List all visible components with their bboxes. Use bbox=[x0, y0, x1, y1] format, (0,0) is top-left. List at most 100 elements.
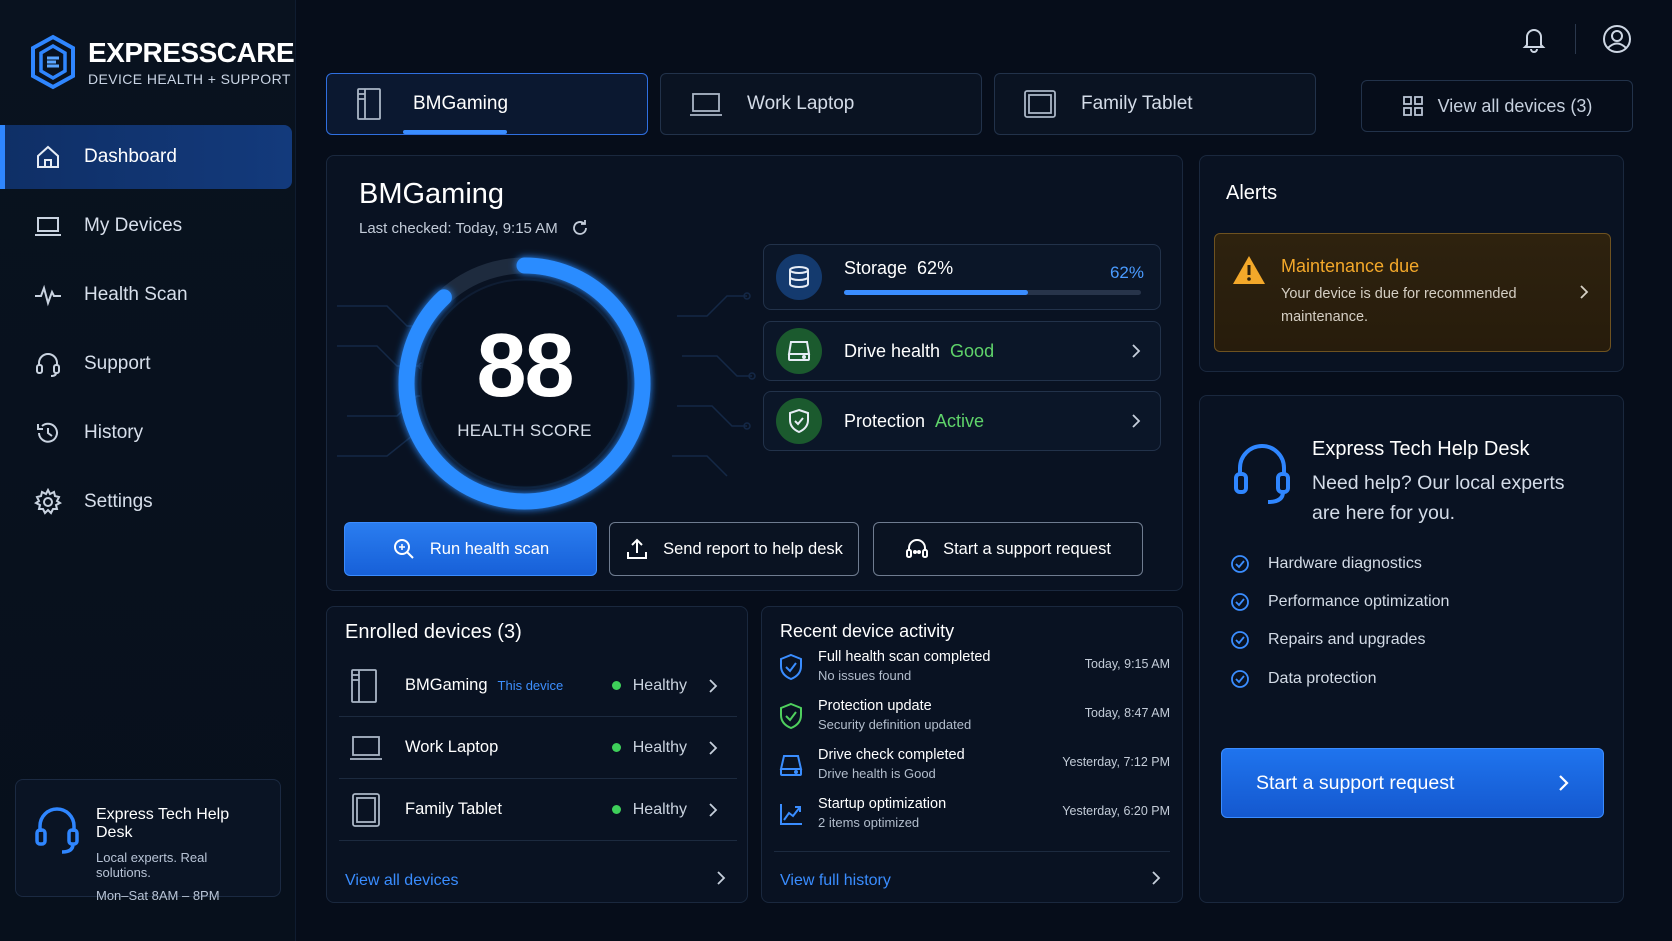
device-tabs: BMGaming Work Laptop Family Tablet bbox=[326, 73, 1328, 135]
activity-item[interactable]: Drive check completed Drive health is Goo… bbox=[778, 747, 1170, 793]
device-title: BMGaming bbox=[359, 178, 505, 210]
headset-icon bbox=[1234, 444, 1290, 504]
shield-check-icon bbox=[780, 653, 802, 681]
run-scan-label: Run health scan bbox=[429, 539, 550, 558]
nav-my-devices[interactable]: My Devices bbox=[0, 194, 292, 258]
help-desk-support-button[interactable]: Start a support request bbox=[1221, 748, 1604, 818]
activity-item[interactable]: Protection update Security definition upd… bbox=[778, 698, 1170, 744]
maintenance-alert[interactable]: Maintenance due Your device is due for r… bbox=[1214, 233, 1611, 352]
device-name: Family Tablet bbox=[405, 800, 502, 818]
pulse-icon bbox=[34, 281, 62, 309]
device-row-family-tablet[interactable]: Family Tablet Healthy bbox=[339, 779, 737, 841]
laptop-icon bbox=[34, 212, 62, 240]
last-checked: Last checked: Today, 9:15 AM bbox=[359, 218, 590, 238]
tab-family-tablet[interactable]: Family Tablet bbox=[994, 73, 1316, 135]
nav-health-scan[interactable]: Health Scan bbox=[0, 263, 292, 327]
start-support-request-button[interactable]: Start a support request bbox=[873, 522, 1143, 576]
nav-label: Dashboard bbox=[84, 146, 177, 167]
device-row-bmgaming[interactable]: BMGaming This device Healthy bbox=[339, 655, 737, 717]
check-circle-icon bbox=[1231, 593, 1249, 611]
main-content: BMGaming Work Laptop Family Tablet View … bbox=[296, 0, 1672, 941]
sidebar-help-card[interactable]: Express Tech Help Desk Local experts. Re… bbox=[15, 779, 281, 903]
nav-settings[interactable]: Settings bbox=[0, 470, 292, 534]
chevron-right-icon bbox=[1132, 414, 1141, 428]
activity-time: Today, 9:15 AM bbox=[1084, 657, 1170, 671]
activity-sub: No issues found bbox=[818, 668, 912, 683]
storage-percent: 62% bbox=[1109, 263, 1144, 282]
view-all-devices-label: View all devices (3) bbox=[1437, 95, 1593, 116]
laptop-icon bbox=[350, 735, 382, 760]
device-row-work-laptop[interactable]: Work Laptop Healthy bbox=[339, 717, 737, 779]
gear-icon bbox=[34, 488, 62, 516]
send-report-button[interactable]: Send report to help desk bbox=[609, 522, 859, 576]
help-card-title: Express Tech Help Desk bbox=[96, 806, 230, 841]
shield-icon bbox=[776, 398, 822, 444]
view-all-devices-link[interactable]: View all devices bbox=[345, 872, 459, 890]
recent-activity-panel: Recent device activity Full health scan … bbox=[761, 606, 1183, 903]
nav-dashboard[interactable]: Dashboard bbox=[0, 125, 292, 189]
alert-title: Maintenance due bbox=[1281, 256, 1420, 276]
activity-time: Yesterday, 7:12 PM bbox=[1062, 755, 1170, 769]
feature-label: Hardware diagnostics bbox=[1268, 555, 1422, 572]
chevron-right-icon[interactable] bbox=[713, 870, 729, 886]
nav-label: Support bbox=[84, 353, 151, 374]
chevron-right-icon[interactable] bbox=[1148, 870, 1164, 886]
activity-item[interactable]: Startup optimization 2 items optimized Ye… bbox=[778, 796, 1170, 842]
divider bbox=[774, 851, 1170, 852]
top-actions bbox=[1519, 24, 1632, 54]
alerts-title: Alerts bbox=[1226, 182, 1278, 204]
view-full-history-link[interactable]: View full history bbox=[780, 872, 891, 890]
nav-history[interactable]: History bbox=[0, 401, 292, 465]
run-health-scan-button[interactable]: Run health scan bbox=[344, 522, 597, 576]
divider bbox=[1575, 24, 1576, 54]
tab-label: Work Laptop bbox=[747, 93, 855, 114]
feature-item: Repairs and upgrades bbox=[1230, 630, 1425, 650]
refresh-icon[interactable] bbox=[570, 218, 590, 238]
activity-item[interactable]: Full health scan completed No issues foun… bbox=[778, 649, 1170, 695]
drive-health-stat[interactable]: Drive health Good bbox=[763, 321, 1161, 381]
health-score-value: 88 bbox=[476, 316, 574, 416]
feature-item: Hardware diagnostics bbox=[1230, 554, 1422, 574]
activity-title-text: Protection update bbox=[818, 698, 932, 714]
last-checked-text: Last checked: Today, 9:15 AM bbox=[359, 219, 558, 237]
activity-title-text: Drive check completed bbox=[818, 747, 965, 763]
view-all-devices-button[interactable]: View all devices (3) bbox=[1361, 80, 1633, 132]
check-circle-icon bbox=[1231, 555, 1249, 573]
status-badge: Healthy bbox=[612, 677, 687, 695]
activity-sub: Security definition updated bbox=[818, 717, 972, 732]
status-badge: Healthy bbox=[612, 739, 687, 757]
bell-icon[interactable] bbox=[1519, 24, 1549, 54]
tab-label: BMGaming bbox=[413, 93, 509, 114]
alerts-panel: Alerts Maintenance due Your device is du… bbox=[1199, 155, 1624, 372]
support-label: Start a support request bbox=[943, 539, 1111, 558]
tab-bmgaming[interactable]: BMGaming bbox=[326, 73, 648, 135]
chevron-right-icon bbox=[709, 802, 718, 817]
activity-sub: Drive health is Good bbox=[818, 766, 936, 781]
storage-bar bbox=[844, 290, 1141, 295]
chevron-right-icon bbox=[709, 740, 718, 755]
help-desk-cta-label: Start a support request bbox=[1256, 771, 1455, 794]
check-circle-icon bbox=[1231, 631, 1249, 649]
chevron-right-icon bbox=[1580, 285, 1589, 299]
activity-title-text: Full health scan completed bbox=[818, 649, 991, 665]
tab-work-laptop[interactable]: Work Laptop bbox=[660, 73, 982, 135]
tablet-icon bbox=[1024, 90, 1056, 118]
drive-icon bbox=[779, 755, 803, 776]
protection-stat[interactable]: Protection Active bbox=[763, 391, 1161, 451]
upload-icon bbox=[627, 538, 648, 559]
device-overview-panel: BMGaming Last checked: Today, 9:15 AM 88… bbox=[326, 155, 1183, 591]
nav-label: History bbox=[84, 422, 144, 443]
storage-stat[interactable]: Storage 62% 62% bbox=[763, 244, 1161, 310]
tablet-icon bbox=[352, 792, 380, 827]
device-name: BMGaming bbox=[405, 676, 488, 694]
storage-icon bbox=[776, 254, 822, 300]
nav-support[interactable]: Support bbox=[0, 332, 292, 396]
feature-label: Performance optimization bbox=[1268, 593, 1450, 610]
drive-health-label: Drive health bbox=[844, 340, 941, 361]
user-account-icon[interactable] bbox=[1602, 24, 1632, 54]
feature-label: Data protection bbox=[1268, 670, 1377, 687]
help-desk-subtitle: Need help? Our local experts are here fo… bbox=[1312, 472, 1565, 524]
brand-logo[interactable]: EXPRESSCARE DEVICE HEALTH + SUPPORT bbox=[28, 34, 295, 90]
chevron-right-icon bbox=[709, 678, 718, 693]
nav-label: My Devices bbox=[84, 215, 183, 236]
